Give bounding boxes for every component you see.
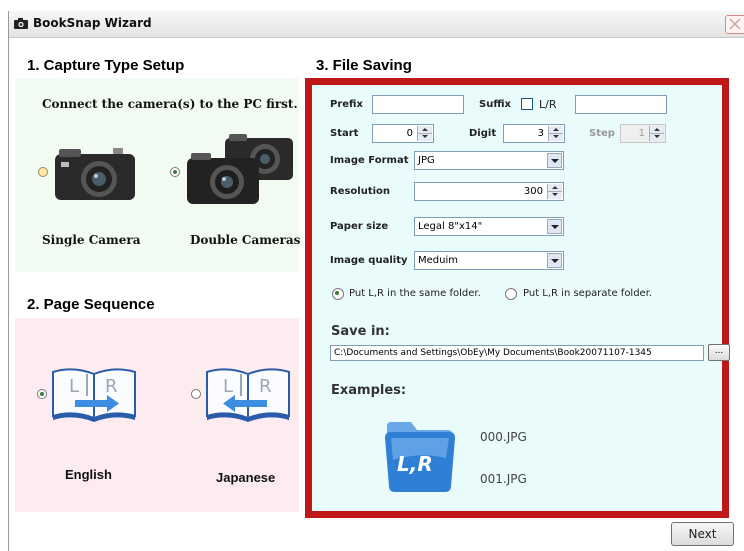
screen-edge <box>0 0 744 11</box>
chevron-down-icon[interactable] <box>547 219 562 234</box>
paper-size-select[interactable]: Legal 8"x14" <box>414 217 564 236</box>
svg-text:L: L <box>223 376 233 397</box>
example-file-1: 000.JPG <box>480 430 527 444</box>
digit-label: Digit <box>469 128 497 139</box>
window-title: BookSnap Wizard <box>33 16 152 30</box>
start-spin-buttons[interactable] <box>417 126 432 141</box>
same-folder-label: Put L,R in the same folder. <box>349 288 481 299</box>
single-camera-label: Single Camera <box>42 233 141 247</box>
image-quality-value: Meduim <box>418 255 458 266</box>
chevron-down-icon[interactable] <box>547 153 562 168</box>
english-book-icon: L R <box>52 368 136 422</box>
single-camera-radio[interactable] <box>38 167 48 177</box>
save-path-field[interactable]: C:\Documents and Settings\ObEy\My Docume… <box>330 345 704 361</box>
digit-value: 3 <box>537 128 544 139</box>
suffix-input[interactable] <box>575 95 667 114</box>
image-format-select[interactable]: JPG <box>414 151 564 170</box>
digit-stepper[interactable]: 3 <box>503 124 565 143</box>
page-sequence-heading: 2. Page Sequence <box>27 296 155 313</box>
suffix-label: Suffix <box>479 99 511 110</box>
japanese-radio[interactable] <box>191 389 201 399</box>
image-quality-label: Image quality <box>330 255 408 266</box>
double-cameras-radio[interactable] <box>170 167 180 177</box>
svg-text:L: L <box>69 376 79 397</box>
japanese-book-icon: L R <box>206 368 290 422</box>
camera-icon <box>14 18 28 29</box>
paper-size-label: Paper size <box>330 221 389 232</box>
same-folder-radio[interactable] <box>332 288 344 300</box>
start-stepper[interactable]: 0 <box>372 124 434 143</box>
japanese-label: Japanese <box>216 470 276 485</box>
next-button[interactable]: Next <box>671 522 734 546</box>
file-saving-heading: 3. File Saving <box>316 57 412 74</box>
example-file-2: 001.JPG <box>480 472 527 486</box>
lr-folder-icon: L,R <box>383 418 457 494</box>
title-bar: BookSnap Wizard <box>9 11 744 38</box>
folder-icon-text: L,R <box>397 452 433 476</box>
save-in-label: Save in: <box>331 324 390 339</box>
start-value: 0 <box>406 128 413 139</box>
image-quality-select[interactable]: Meduim <box>414 251 564 270</box>
double-cameras-image <box>187 134 293 204</box>
image-format-label: Image Format <box>330 155 409 166</box>
page-sequence-panel: L R English L R Japanese <box>15 318 299 512</box>
chevron-down-icon[interactable] <box>547 253 562 268</box>
svg-text:R: R <box>105 376 118 397</box>
english-radio[interactable] <box>37 389 47 399</box>
prefix-input[interactable] <box>372 95 464 114</box>
capture-instruction: Connect the camera(s) to the PC first. <box>42 97 298 111</box>
single-camera-image <box>55 148 135 200</box>
step-label: Step <box>589 128 615 139</box>
resolution-value: 300 <box>523 186 543 197</box>
image-format-value: JPG <box>418 155 435 166</box>
browse-button[interactable]: ... <box>708 344 730 361</box>
separate-folder-label: Put L,R in separate folder. <box>523 288 653 299</box>
resolution-label: Resolution <box>330 186 391 197</box>
step-spin-buttons <box>649 126 664 141</box>
step-value: 1 <box>638 128 645 139</box>
close-icon <box>729 18 741 30</box>
examples-label: Examples: <box>331 383 407 398</box>
paper-size-value: Legal 8"x14" <box>418 221 483 232</box>
resolution-spin-buttons[interactable] <box>547 184 562 199</box>
english-label: English <box>65 467 112 482</box>
svg-text:R: R <box>259 376 272 397</box>
resolution-stepper[interactable]: 300 <box>414 182 564 201</box>
separate-folder-radio[interactable] <box>505 288 517 300</box>
close-button[interactable] <box>725 15 744 34</box>
capture-type-heading: 1. Capture Type Setup <box>27 57 185 74</box>
capture-type-panel: Connect the camera(s) to the PC first. S… <box>15 78 301 272</box>
step-stepper: 1 <box>620 124 666 143</box>
lr-suffix-label: L/R <box>539 98 557 111</box>
prefix-label: Prefix <box>330 99 363 110</box>
double-cameras-label: Double Cameras <box>190 233 301 247</box>
digit-spin-buttons[interactable] <box>548 126 563 141</box>
start-label: Start <box>330 128 359 139</box>
lr-suffix-checkbox[interactable] <box>521 98 533 110</box>
